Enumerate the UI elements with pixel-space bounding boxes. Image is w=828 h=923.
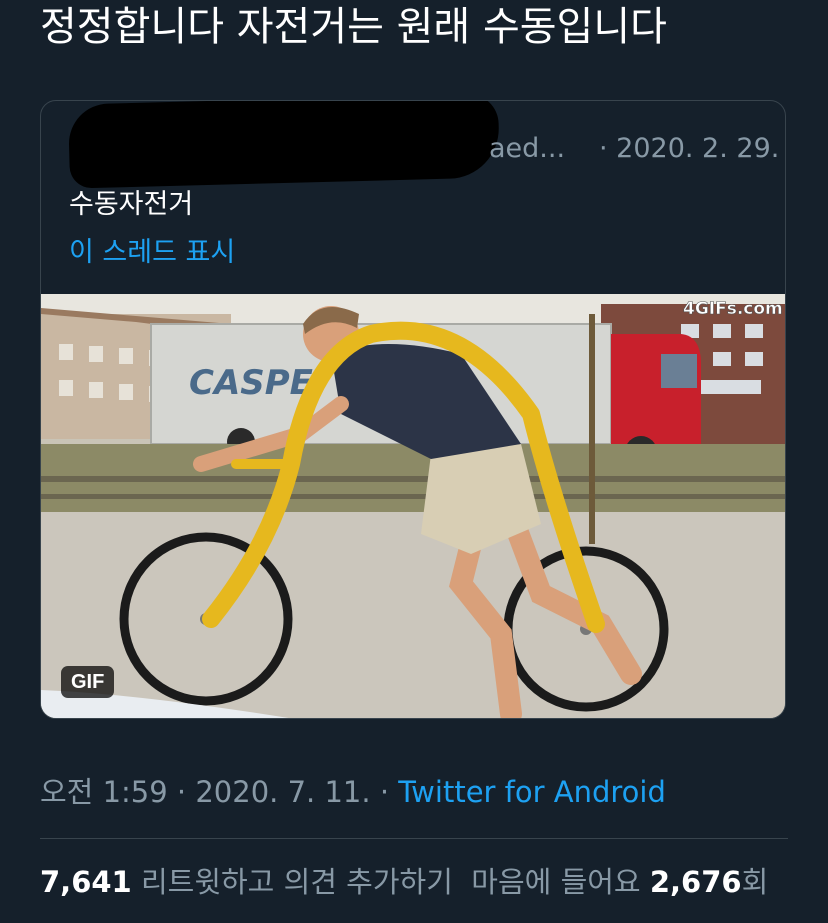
truck-text: CASPE bbox=[189, 363, 313, 403]
bicycle-gif-frame: CASPE 4GIFs.com bbox=[41, 294, 785, 718]
divider bbox=[40, 838, 788, 839]
quoted-user-handle[interactable]: aed... bbox=[489, 131, 565, 167]
tweet-source-link[interactable]: Twitter for Android bbox=[398, 775, 666, 809]
likes-count: 2,676 bbox=[649, 865, 742, 899]
gif-media[interactable]: CASPE 4GIFs.com GIF bbox=[41, 294, 785, 718]
gif-watermark: 4GIFs.com bbox=[683, 299, 783, 319]
likes-suffix: 회 bbox=[741, 865, 769, 899]
likes-stat[interactable]: 마음에 들어요 2,676회 bbox=[453, 865, 768, 899]
retweets-label: 리트윗하고 의견 추가하기 bbox=[131, 865, 453, 899]
meta-separator-2: · bbox=[370, 775, 399, 809]
retweets-stat[interactable]: 7,641 리트윗하고 의견 추가하기 bbox=[40, 865, 453, 899]
quoted-tweet-text: 수동자전거 bbox=[69, 189, 194, 220]
retweets-count: 7,641 bbox=[40, 865, 132, 899]
rail bbox=[41, 476, 785, 482]
tweet-text: 정정합니다 자전거는 원래 수동입니다 bbox=[40, 4, 667, 50]
tweet-time[interactable]: 오전 1:59 bbox=[40, 775, 168, 809]
tweet-date[interactable]: 2020. 7. 11. bbox=[195, 775, 370, 809]
truck-cab bbox=[611, 334, 701, 444]
pole bbox=[589, 314, 595, 544]
show-thread-link[interactable]: 이 스레드 표시 bbox=[69, 235, 235, 271]
meta-separator: · bbox=[167, 775, 196, 809]
quoted-tweet-date[interactable]: · 2020. 2. 29. bbox=[599, 131, 779, 167]
truck-window bbox=[661, 354, 697, 388]
quoted-date-text: 2020. 2. 29. bbox=[616, 133, 780, 164]
tweet-stats: 7,641 리트윗하고 의견 추가하기 마음에 들어요 2,676회 bbox=[40, 862, 768, 902]
likes-label: 마음에 들어요 bbox=[452, 865, 650, 899]
tweet-meta: 오전 1:59 · 2020. 7. 11. · Twitter for And… bbox=[40, 772, 666, 812]
road bbox=[41, 512, 785, 718]
gif-badge: GIF bbox=[61, 666, 115, 698]
rail-2 bbox=[41, 494, 785, 499]
date-separator: · bbox=[599, 133, 617, 164]
quoted-tweet-card[interactable]: aed... · 2020. 2. 29. 수동자전거 이 스레드 표시 CAS… bbox=[40, 100, 786, 719]
redaction-scribble bbox=[67, 101, 501, 189]
